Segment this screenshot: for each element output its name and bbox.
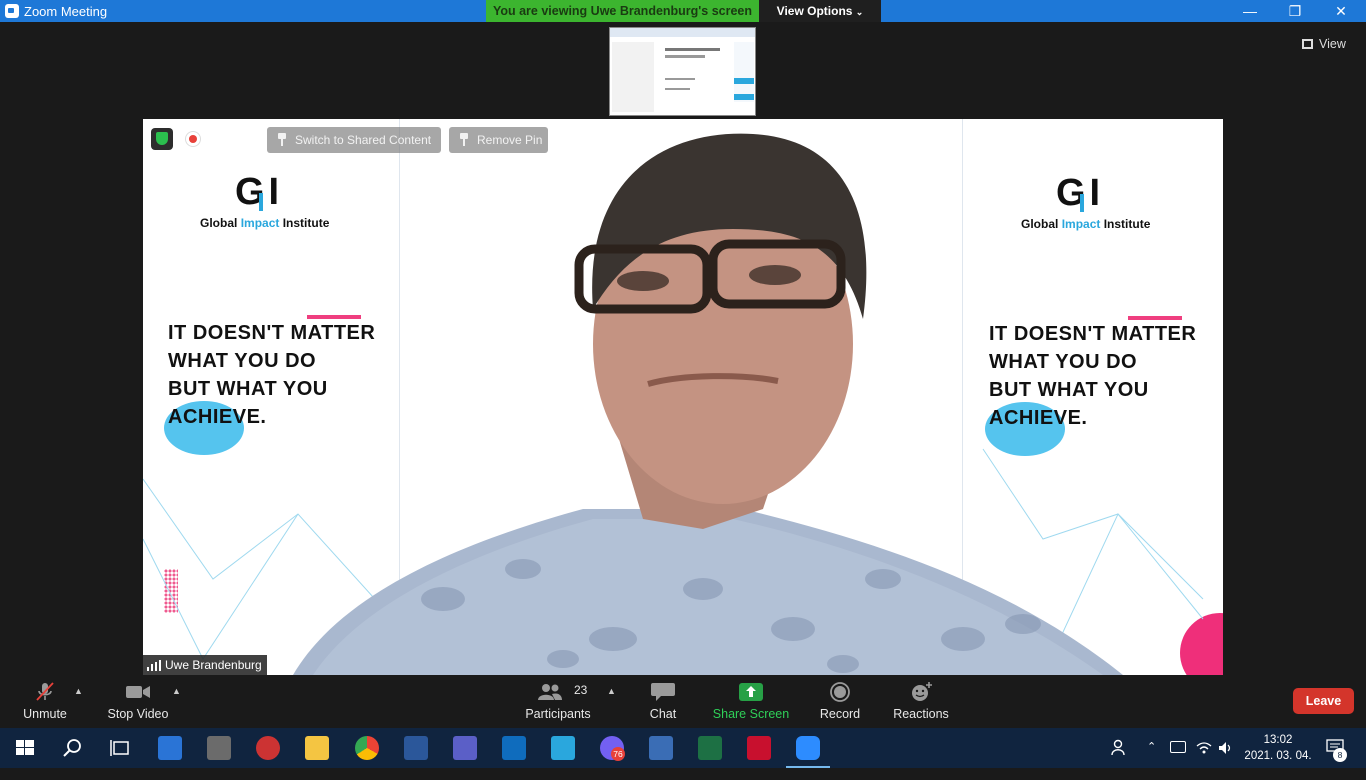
notifications-badge: 8 bbox=[1333, 748, 1347, 762]
viewing-banner: You are viewing Uwe Brandenburg's screen bbox=[486, 0, 759, 22]
signal-strength-icon bbox=[147, 660, 161, 671]
excel-icon[interactable] bbox=[698, 736, 722, 760]
pin-icon bbox=[278, 133, 286, 146]
switch-to-shared-content-button[interactable]: Switch to Shared Content bbox=[267, 127, 441, 153]
participant-name-tag: Uwe Brandenburg bbox=[143, 655, 267, 675]
encryption-shield-icon[interactable] bbox=[151, 128, 173, 150]
participants-options-caret[interactable]: ▲ bbox=[607, 686, 616, 696]
window-title: Zoom Meeting bbox=[24, 4, 108, 19]
remove-pin-label: Remove Pin bbox=[477, 133, 543, 147]
unmute-label: Unmute bbox=[23, 707, 67, 721]
viber-badge: 76 bbox=[611, 747, 625, 761]
reactions-label: Reactions bbox=[893, 707, 949, 721]
title-bar: Zoom Meeting You are viewing Uwe Branden… bbox=[0, 0, 1366, 22]
share-screen-icon bbox=[739, 683, 763, 701]
shared-screen-thumbnail[interactable] bbox=[609, 27, 756, 116]
show-hidden-icons-chevron[interactable]: ⌃ bbox=[1147, 740, 1156, 780]
grid-icon bbox=[1302, 39, 1313, 49]
audio-options-caret[interactable]: ▲ bbox=[74, 686, 83, 696]
view-label: View bbox=[1319, 37, 1346, 51]
windows-start-icon[interactable] bbox=[13, 736, 37, 760]
volume-icon[interactable] bbox=[1218, 740, 1234, 756]
switch-to-shared-content-label: Switch to Shared Content bbox=[295, 133, 432, 147]
acrobat-icon[interactable] bbox=[747, 736, 771, 760]
record-icon bbox=[830, 682, 850, 702]
video-camera-icon bbox=[126, 686, 150, 698]
search-icon[interactable] bbox=[61, 736, 85, 760]
zoom-app-icon bbox=[5, 4, 19, 18]
participants-icon bbox=[538, 684, 562, 700]
remove-pin-button[interactable]: Remove Pin bbox=[449, 127, 548, 153]
leave-button[interactable]: Leave bbox=[1293, 688, 1354, 714]
unmute-button[interactable]: Unmute bbox=[15, 676, 75, 728]
task-view-icon[interactable] bbox=[108, 736, 132, 760]
file-explorer-icon[interactable] bbox=[305, 736, 329, 760]
muted-mic-icon bbox=[36, 682, 54, 701]
reactions-button[interactable]: Reactions bbox=[890, 676, 952, 728]
pin-icon bbox=[460, 133, 468, 146]
chat-bubble-icon bbox=[651, 683, 675, 701]
nx-app-icon[interactable] bbox=[551, 736, 575, 760]
participants-label: Participants bbox=[525, 707, 591, 721]
clock-time: 13:02 bbox=[1263, 734, 1293, 746]
outlook-icon[interactable] bbox=[502, 736, 526, 760]
view-options-button[interactable]: View Options ⌄ bbox=[759, 0, 881, 22]
smiley-plus-icon bbox=[912, 682, 932, 701]
clock-date: 2021. 03. 04. bbox=[1244, 750, 1312, 762]
participants-count: 23 bbox=[574, 683, 588, 697]
chevron-down-icon: ⌄ bbox=[855, 7, 864, 17]
battery-icon[interactable] bbox=[1170, 741, 1186, 753]
remote-desktop-icon[interactable] bbox=[649, 736, 673, 760]
share-screen-label: Share Screen bbox=[712, 707, 790, 721]
record-button[interactable]: Record bbox=[812, 676, 868, 728]
view-button[interactable]: View bbox=[1302, 32, 1360, 56]
wifi-icon[interactable] bbox=[1196, 740, 1212, 756]
recording-indicator-icon bbox=[185, 131, 201, 147]
record-label: Record bbox=[819, 707, 861, 721]
zoom-taskbar-icon[interactable] bbox=[786, 736, 830, 768]
participant-name: Uwe Brandenburg bbox=[165, 658, 262, 672]
speaker-figure bbox=[293, 133, 1123, 675]
stop-video-label: Stop Video bbox=[107, 707, 169, 721]
chat-label: Chat bbox=[649, 707, 677, 721]
paint-icon[interactable] bbox=[256, 736, 280, 760]
teams-icon[interactable] bbox=[453, 736, 477, 760]
close-button[interactable]: ✕ bbox=[1318, 0, 1364, 22]
calculator-icon[interactable] bbox=[207, 736, 231, 760]
share-screen-button[interactable]: Share Screen bbox=[712, 676, 790, 728]
chrome-icon[interactable] bbox=[355, 736, 379, 760]
speaker-video: GI Global Impact Institute IT DOESN'T MA… bbox=[143, 119, 1223, 675]
view-options-label: View Options bbox=[776, 4, 853, 18]
meeting-stage: View GI Global Impact Institute IT DOESN… bbox=[0, 22, 1366, 676]
windows-taskbar: 76 ⌃ 13:02 2021. 03. 04. 8 bbox=[0, 728, 1366, 768]
participants-button[interactable]: 23 Participants bbox=[522, 676, 594, 728]
snip-tool-icon[interactable] bbox=[158, 736, 182, 760]
video-options-caret[interactable]: ▲ bbox=[172, 686, 181, 696]
stop-video-button[interactable]: Stop Video bbox=[104, 676, 172, 728]
chat-button[interactable]: Chat bbox=[638, 676, 688, 728]
taskbar-clock[interactable]: 13:02 2021. 03. 04. bbox=[1238, 732, 1318, 764]
word-icon[interactable] bbox=[404, 736, 428, 760]
maximize-button[interactable]: ❐ bbox=[1272, 0, 1318, 22]
meeting-controls: Unmute ▲ Stop Video ▲ 23 Participants ▲ … bbox=[0, 676, 1366, 728]
people-icon[interactable] bbox=[1110, 738, 1128, 756]
minimize-button[interactable]: — bbox=[1227, 0, 1273, 22]
